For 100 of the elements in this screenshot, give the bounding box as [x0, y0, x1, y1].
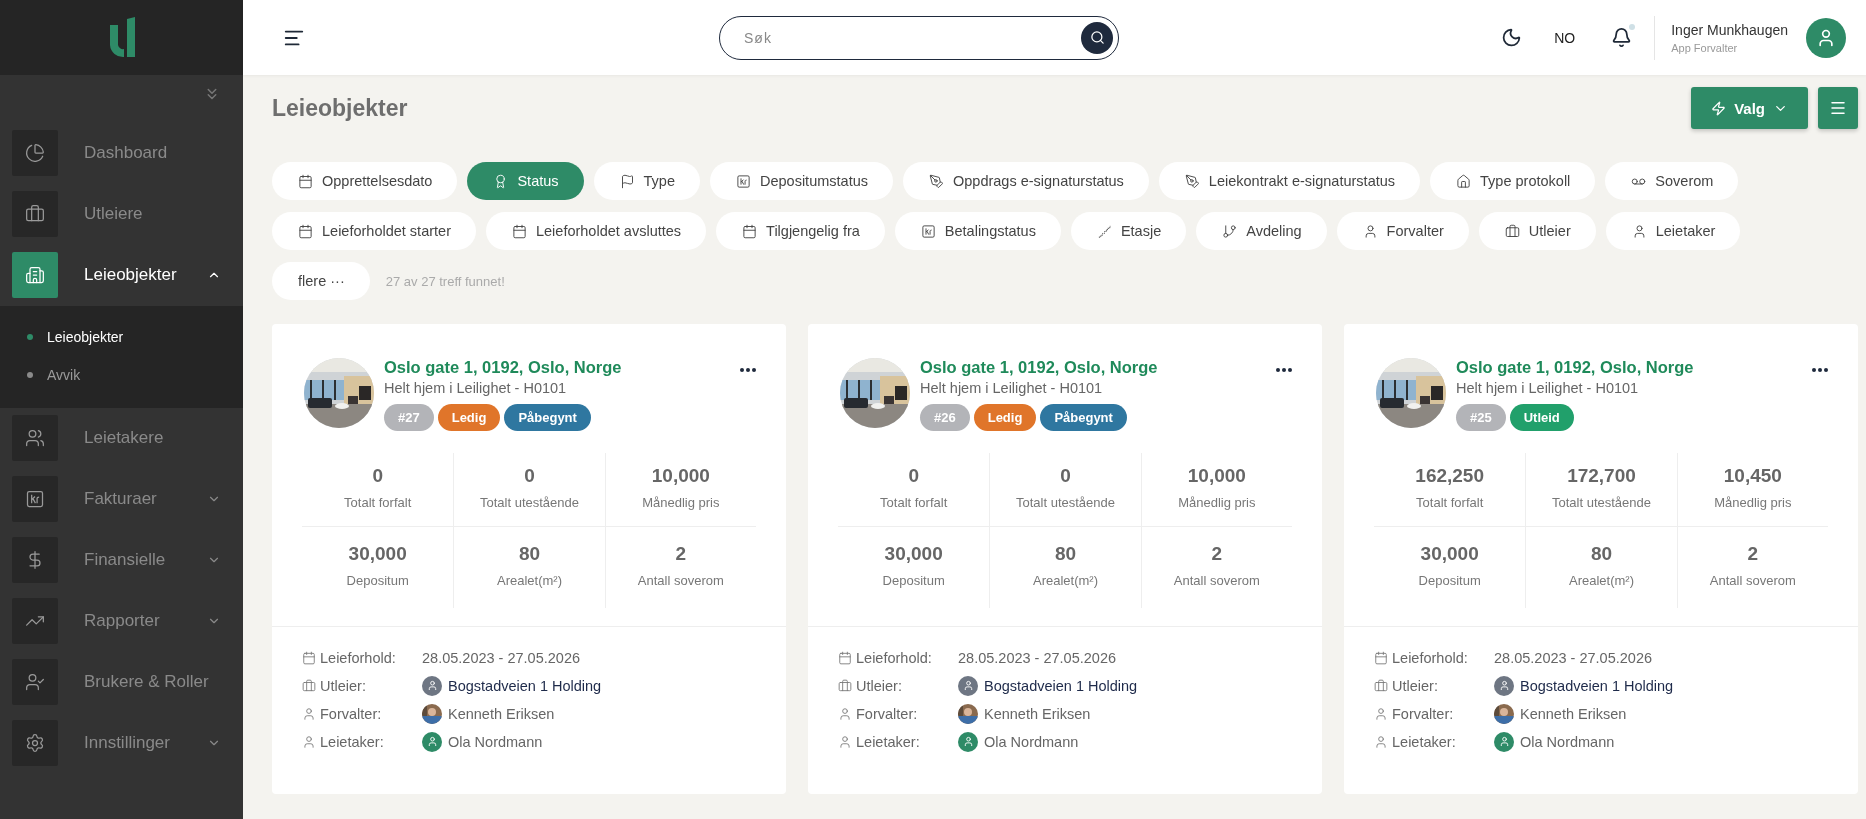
filter-chip[interactable]: Betalingstatus [894, 212, 1061, 250]
property-address[interactable]: Oslo gate 1, 0192, Oslo, Norge [384, 358, 730, 377]
status-tag: Påbegynt [1040, 404, 1127, 431]
user-icon [1816, 27, 1836, 48]
users-icon [25, 428, 45, 448]
filter-chip[interactable]: Depositumstatus [710, 162, 893, 200]
dots-icon [740, 368, 756, 372]
nav-item[interactable]: Innstillinger [12, 720, 243, 766]
calendar-icon [302, 650, 316, 665]
calendar-icon [742, 223, 758, 239]
stat-label: Antall soverom [637, 573, 724, 588]
stat-value: 0 [1060, 465, 1071, 487]
more-filters-button[interactable]: flere ··· [272, 262, 370, 300]
property-address[interactable]: Oslo gate 1, 0192, Oslo, Norge [920, 358, 1266, 377]
sub-nav-item[interactable]: Avvik [0, 356, 243, 394]
briefcase-icon [302, 678, 316, 693]
filter-chip[interactable]: Soverom [1605, 162, 1739, 200]
nav-item[interactable]: Fakturaer [12, 476, 243, 522]
stat-label: Depositum [346, 573, 409, 588]
stat-value: 80 [518, 543, 541, 565]
filter-chip[interactable]: Tilgjengelig fra [716, 212, 885, 250]
stat-label: Totalt forfalt [1416, 495, 1484, 510]
stat-value: 80 [1590, 543, 1613, 565]
filter-chip[interactable]: Leieforholdet avsluttes [485, 212, 707, 250]
sub-nav-item[interactable]: Leieobjekter [0, 318, 243, 356]
stat-value: 2 [1211, 543, 1223, 565]
status-tag: #25 [1456, 404, 1506, 431]
filter-chip[interactable]: Etasje [1070, 212, 1187, 250]
detail-label: Utleier: [1392, 677, 1438, 694]
stat-label: Arealet(m²) [497, 573, 562, 588]
detail-label: Leietaker: [856, 733, 920, 750]
dark-mode-button[interactable] [1501, 27, 1523, 48]
result-count: 27 av 27 treff funnet! [385, 273, 505, 289]
detail-label: Utleier: [856, 677, 902, 694]
kr-icon [736, 173, 751, 189]
nav-item[interactable]: Leieobjekter [12, 252, 243, 298]
options-button[interactable]: Valg [1691, 87, 1808, 129]
settings-icon [25, 733, 45, 753]
detail-label: Forvalter: [1392, 705, 1454, 722]
stat-value: 2 [1747, 543, 1759, 565]
detail-label: Forvalter: [856, 705, 918, 722]
landlord-link[interactable]: Bogstadveien 1 Holding [984, 677, 1138, 694]
building-icon [25, 265, 45, 285]
detail-label: Leieforhold: [1392, 649, 1468, 666]
list-menu-button[interactable] [1818, 87, 1858, 129]
house-icon [1456, 173, 1472, 189]
nav-item[interactable]: Leietakere [12, 415, 243, 461]
nav-item[interactable]: Rapporter [12, 598, 243, 644]
more-button[interactable] [740, 368, 756, 372]
moon-icon [1501, 27, 1523, 48]
property-address[interactable]: Oslo gate 1, 0192, Oslo, Norge [1456, 358, 1802, 377]
detail-label: Leietaker: [320, 733, 384, 750]
status-tag: #27 [384, 404, 434, 431]
stat-value: 0 [372, 465, 383, 487]
filter-chip[interactable]: Utleier [1478, 212, 1596, 250]
user-icon [1374, 706, 1388, 721]
landlord-link[interactable]: Bogstadveien 1 Holding [1520, 677, 1674, 694]
language-button[interactable]: NO [1548, 28, 1582, 47]
nav-item[interactable]: Finansielle [12, 537, 243, 583]
stat-label: Antall soverom [1173, 573, 1260, 588]
filter-chip[interactable]: Avdeling [1196, 212, 1327, 250]
calendar-icon [1374, 650, 1388, 665]
filter-chip[interactable]: Oppdrags e-signaturstatus [903, 162, 1149, 200]
more-button[interactable] [1276, 368, 1292, 372]
filter-chip[interactable]: Opprettelsesdato [272, 162, 458, 200]
more-button[interactable] [1812, 368, 1828, 372]
filter-chip[interactable]: Type [593, 162, 700, 200]
detail-label: Leieforhold: [320, 649, 396, 666]
detail-label: Forvalter: [320, 705, 382, 722]
notification-button[interactable] [1611, 27, 1633, 48]
user-icon [1498, 736, 1510, 747]
stat-label: Månedlig pris [1714, 495, 1792, 510]
filter-chip[interactable]: Forvalter [1336, 212, 1469, 250]
calendar-icon [511, 223, 527, 239]
nav-item[interactable]: Brukere & Roller [12, 659, 243, 705]
filter-chip[interactable]: Leieforholdet starter [272, 212, 476, 250]
filter-chip[interactable]: Leiekontrakt e-signaturstatus [1158, 162, 1421, 200]
calendar-icon [298, 223, 313, 239]
filter-chip[interactable]: Leietaker [1605, 212, 1741, 250]
user-icon [302, 706, 316, 721]
detail-label: Utleier: [320, 677, 366, 694]
user-icon [838, 734, 852, 749]
stat-value: 2 [675, 543, 687, 565]
detail-value: Kenneth Eriksen [1520, 705, 1627, 722]
user-avatar[interactable] [1806, 17, 1846, 58]
stat-label: Arealet(m²) [1569, 573, 1634, 588]
nav-item[interactable]: Utleiere [12, 191, 243, 237]
flag-icon [619, 173, 635, 189]
filter-chip[interactable]: Type protokoll [1430, 162, 1596, 200]
search-field[interactable]: Søk [719, 15, 1119, 60]
detail-value: Kenneth Eriksen [448, 705, 555, 722]
landlord-link[interactable]: Bogstadveien 1 Holding [448, 677, 602, 694]
nav-item[interactable]: Dashboard [12, 130, 243, 176]
filter-chip[interactable]: Status [467, 162, 584, 200]
status-tag: Ledig [437, 404, 501, 431]
stat-value: 30,000 [884, 543, 943, 565]
user-icon [302, 734, 316, 749]
user-icon [962, 680, 974, 691]
status-tag: #26 [920, 404, 970, 431]
property-subtitle: Helt hjem i Leilighet - H0101 [384, 380, 568, 396]
